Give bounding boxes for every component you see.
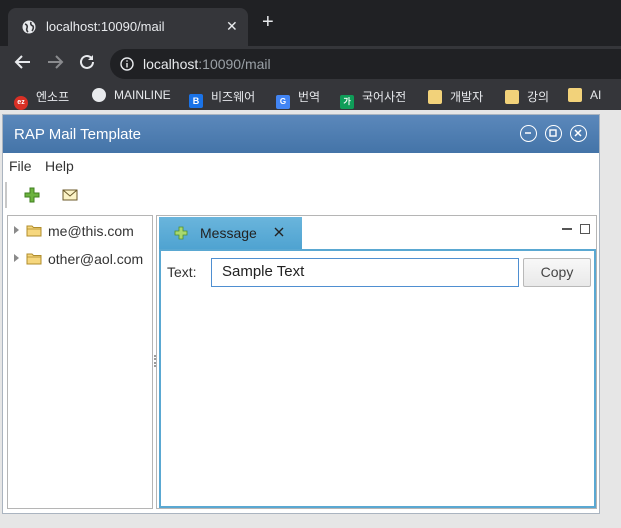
globe-icon: [22, 20, 36, 34]
globe-icon: [92, 88, 106, 102]
maximize-button[interactable]: [545, 125, 562, 142]
bookmark-label: 엔소프: [36, 90, 70, 104]
maximize-view-icon[interactable]: [580, 224, 590, 234]
tree-item-label: me@this.com: [48, 223, 134, 239]
bookmark-developer[interactable]: 개발자: [428, 88, 483, 104]
b-icon: B: [189, 94, 203, 108]
plus-icon[interactable]: [23, 186, 41, 204]
minimize-icon: [525, 132, 531, 134]
address-bar[interactable]: localhost:10090/mail: [110, 49, 621, 79]
tree-item[interactable]: me@this.com: [8, 220, 152, 242]
app-toolbar: [3, 179, 599, 211]
window-title: RAP Mail Template: [14, 126, 142, 143]
bookmark-dictionary[interactable]: 가 국어사전: [340, 88, 407, 109]
browser-tabstrip: localhost:10090/mail ✕ +: [0, 0, 621, 46]
close-window-button[interactable]: [570, 125, 587, 142]
tree-item[interactable]: other@aol.com: [8, 248, 152, 270]
expand-arrow-icon[interactable]: [14, 254, 19, 262]
url-text: localhost:10090/mail: [143, 56, 271, 72]
close-tab-icon[interactable]: ✕: [226, 18, 238, 35]
tab-title: localhost:10090/mail: [46, 19, 165, 34]
reload-button[interactable]: [76, 53, 98, 75]
new-tab-button[interactable]: +: [262, 12, 274, 32]
tree-item-label: other@aol.com: [48, 251, 144, 267]
url-host: localhost: [143, 56, 199, 72]
bookmark-label: 국어사전: [362, 90, 407, 104]
bookmark-label: 비즈웨어: [211, 90, 256, 104]
bookmark-label: 번역: [298, 90, 321, 104]
folder-icon: [505, 90, 519, 104]
dictionary-icon: 가: [340, 95, 354, 109]
bookmark-label: 강의: [527, 90, 550, 104]
app-window: RAP Mail Template File Help me@this.com …: [2, 114, 600, 514]
reload-icon: [80, 54, 94, 69]
maximize-icon: [549, 129, 557, 137]
minimize-button[interactable]: [520, 125, 537, 142]
folder-icon: [428, 90, 442, 104]
expand-arrow-icon[interactable]: [14, 226, 19, 234]
menu-bar: File Help: [3, 153, 599, 179]
menu-help[interactable]: Help: [45, 158, 74, 174]
bookmark-label: AI: [590, 88, 602, 102]
menu-file[interactable]: File: [9, 158, 32, 174]
translate-icon: G: [276, 95, 290, 109]
folder-icon: [568, 88, 582, 102]
url-path: :10090/mail: [198, 56, 271, 72]
info-icon[interactable]: [120, 57, 134, 71]
plus-icon: [174, 226, 188, 240]
folder-icon: [26, 225, 42, 237]
bookmark-label: 개발자: [450, 90, 484, 104]
browser-tab[interactable]: localhost:10090/mail ✕: [8, 8, 248, 46]
bookmark-mainline[interactable]: MAINLINE: [92, 88, 171, 104]
back-button[interactable]: [12, 53, 34, 75]
close-icon[interactable]: [273, 226, 285, 238]
text-field-label: Text:: [167, 264, 197, 280]
tab-message[interactable]: Message: [159, 217, 302, 249]
folder-icon: [26, 253, 42, 265]
minimize-view-icon[interactable]: [562, 228, 572, 230]
mailbox-tree: me@this.com other@aol.com: [7, 215, 153, 509]
bookmark-ai[interactable]: AI: [568, 88, 601, 104]
forward-button[interactable]: [44, 53, 66, 75]
bookmarks-bar: ez 엔소프 MAINLINE B 비즈웨어 G 번역 가 국어사전 개발자 강의 AI: [0, 82, 621, 110]
copy-button[interactable]: Copy: [523, 258, 591, 287]
message-editor: Text: Sample Text Copy: [159, 249, 596, 508]
ez-icon: ez: [14, 96, 28, 110]
text-input[interactable]: Sample Text: [211, 258, 519, 287]
arrow-right-icon: [48, 55, 64, 69]
browser-toolbar: localhost:10090/mail: [0, 46, 621, 82]
window-titlebar[interactable]: RAP Mail Template: [3, 115, 599, 153]
toolbar-separator: [5, 182, 7, 208]
bookmark-label: MAINLINE: [114, 88, 171, 102]
editor-pane: Message Text: Sample Text Copy: [156, 215, 597, 509]
close-icon: [574, 129, 582, 137]
bookmark-ensoft[interactable]: ez 엔소프: [14, 88, 70, 110]
tab-label: Message: [200, 225, 257, 241]
mail-icon[interactable]: [61, 186, 79, 204]
arrow-left-icon: [14, 55, 30, 69]
bookmark-lecture[interactable]: 강의: [505, 88, 549, 104]
bookmark-translate[interactable]: G 번역: [276, 88, 321, 109]
bookmark-bizware[interactable]: B 비즈웨어: [189, 88, 256, 108]
page-area: RAP Mail Template File Help me@this.com …: [0, 110, 621, 528]
